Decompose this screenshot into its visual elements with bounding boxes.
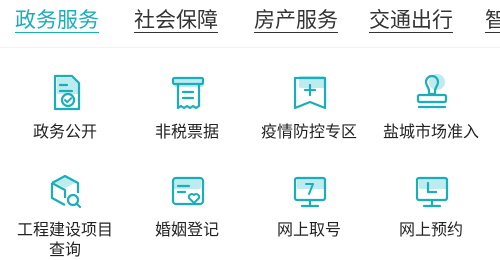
tab-property-services[interactable]: 房产服务 (254, 2, 338, 42)
service-label-line2: 查询 (48, 240, 81, 259)
service-label: 婚姻登记 (154, 220, 219, 239)
queue-display-icon (289, 172, 331, 214)
box-search-icon (45, 172, 87, 214)
stamp-icon (411, 72, 453, 114)
service-label: 疫情防控专区 (260, 122, 357, 141)
tabs-divider (0, 47, 500, 48)
document-check-icon (45, 72, 87, 114)
service-label: 工程建设项目 (16, 220, 113, 239)
tab-government-services[interactable]: 政务服务 (15, 2, 99, 42)
service-label: 网上预约 (398, 220, 463, 239)
tab-transportation[interactable]: 交通出行 (369, 2, 453, 42)
clock-monitor-icon (411, 172, 453, 214)
tab-social-security[interactable]: 社会保障 (134, 2, 218, 42)
category-tabs: 政务服务 社会保障 房产服务 交通出行 智 (0, 0, 500, 44)
service-label: 非税票据 (154, 122, 219, 141)
service-label: 网上取号 (276, 220, 341, 239)
receipt-icon (167, 72, 209, 114)
heart-card-icon (167, 172, 209, 214)
medical-cross-icon (289, 72, 331, 114)
tab-more-partial[interactable]: 智 (485, 2, 500, 42)
service-label: 盐城市场准入 (382, 122, 479, 141)
service-label: 政务公开 (32, 122, 97, 141)
